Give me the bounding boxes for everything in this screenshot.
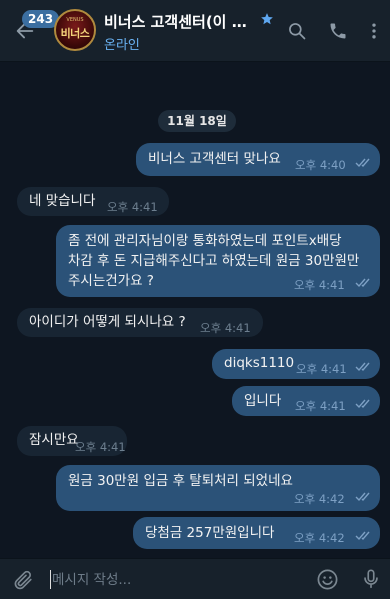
message-time: 오후 4:41 bbox=[107, 200, 158, 214]
message-outgoing[interactable]: diqks1110 오후 4:41 bbox=[212, 349, 380, 379]
double-check-icon bbox=[355, 531, 370, 541]
message-text: 원금 30만원 입금 후 탈퇴처리 되었네요 bbox=[68, 473, 293, 489]
message-outgoing[interactable]: 원금 30만원 입금 후 탈퇴처리 되었네요 오후 4:42 bbox=[56, 465, 380, 511]
message-outgoing[interactable]: 입니다 오후 4:41 bbox=[232, 386, 380, 416]
avatar-logo: 비너스 bbox=[60, 27, 90, 40]
chat-header: 243 VENUS 비너스 비너스 고객센터(이 계정... 온라인 bbox=[0, 0, 390, 62]
avatar[interactable]: VENUS 비너스 bbox=[54, 9, 96, 51]
message-incoming[interactable]: 네 맞습니다 오후 4:41 bbox=[17, 187, 169, 216]
message-time: 오후 4:41 bbox=[296, 362, 347, 376]
message-time: 오후 4:41 bbox=[294, 278, 345, 292]
paperclip-icon[interactable] bbox=[12, 569, 34, 591]
message-incoming[interactable]: 아이디가 어떻게 되시나요 ? 오후 4:41 bbox=[17, 308, 263, 337]
date-separator: 11월 18일 bbox=[158, 110, 236, 132]
star-icon bbox=[261, 13, 273, 25]
message-input[interactable] bbox=[52, 569, 292, 591]
message-outgoing[interactable]: 좀 전에 관리자님이랑 통화하였는데 포인트x배당 차감 후 돈 지급해주신다고… bbox=[56, 225, 380, 297]
message-list[interactable]: 11월 18일 비너스 고객센터 맞나요 오후 4:40 네 맞습니다 오후 4… bbox=[0, 63, 390, 557]
double-check-icon bbox=[355, 362, 370, 372]
chat-window: 243 VENUS 비너스 비너스 고객센터(이 계정... 온라인 11월 1… bbox=[0, 0, 390, 599]
double-check-icon bbox=[355, 158, 370, 168]
message-outgoing[interactable]: 당첨금 257만원입니다 오후 4:42 bbox=[133, 517, 380, 549]
message-time: 오후 4:42 bbox=[294, 531, 345, 545]
chat-title[interactable]: 비너스 고객센터(이 계정... bbox=[104, 11, 259, 32]
text-caret bbox=[50, 570, 51, 589]
double-check-icon bbox=[355, 278, 370, 288]
search-icon[interactable] bbox=[287, 21, 307, 41]
message-outgoing[interactable]: 비너스 고객센터 맞나요 오후 4:40 bbox=[136, 143, 380, 176]
message-time: 오후 4:41 bbox=[200, 321, 251, 335]
double-check-icon bbox=[355, 399, 370, 409]
message-composer bbox=[0, 558, 390, 599]
message-time: 오후 4:42 bbox=[294, 492, 345, 506]
message-time: 오후 4:41 bbox=[75, 440, 126, 454]
more-icon[interactable] bbox=[364, 21, 384, 41]
microphone-icon[interactable] bbox=[360, 567, 382, 591]
message-time: 오후 4:41 bbox=[295, 399, 346, 413]
message-incoming[interactable]: 잠시만요 오후 4:41 bbox=[17, 426, 127, 456]
message-time: 오후 4:40 bbox=[295, 158, 346, 172]
avatar-logo-top: VENUS bbox=[66, 17, 84, 23]
double-check-icon bbox=[355, 492, 370, 502]
emoji-icon[interactable] bbox=[316, 568, 339, 591]
phone-icon[interactable] bbox=[328, 21, 348, 41]
online-status: 온라인 bbox=[104, 38, 140, 53]
